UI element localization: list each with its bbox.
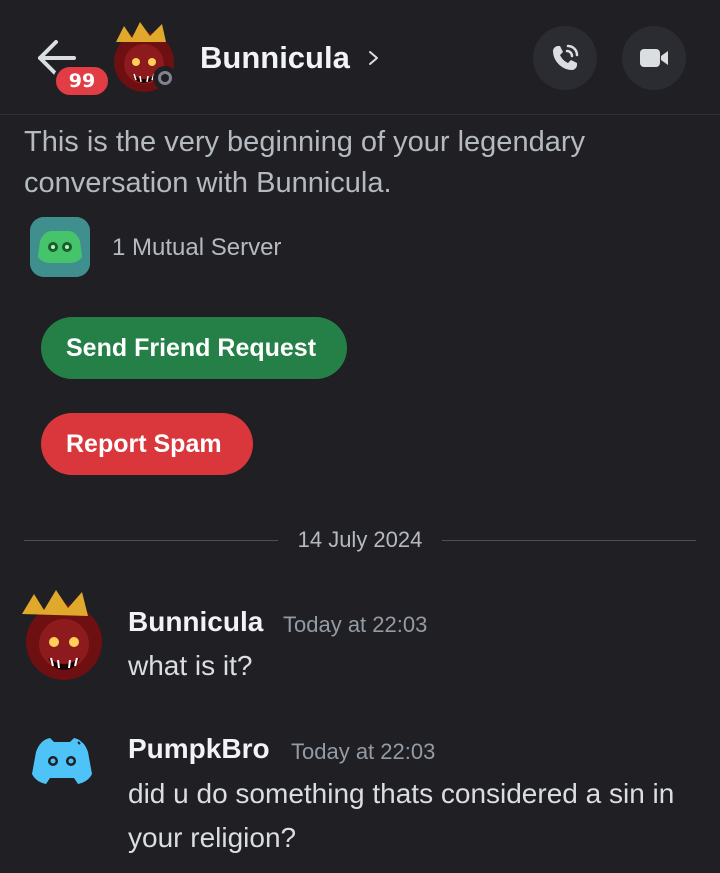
status-offline-indicator: [153, 66, 177, 90]
mutual-servers-label: 1 Mutual Server: [112, 234, 282, 261]
divider-line: [442, 540, 696, 541]
unread-badge: 99: [53, 64, 111, 98]
video-call-button[interactable]: [622, 26, 686, 90]
message-timestamp: Today at 22:03: [283, 612, 428, 637]
author-avatar[interactable]: [18, 718, 106, 806]
message-text: did u do something thats considered a si…: [128, 778, 675, 853]
report-spam-button[interactable]: Report Spam: [41, 413, 253, 475]
author-avatar[interactable]: [18, 590, 106, 680]
date-divider: 14 July 2024: [297, 527, 423, 552]
chevron-right-icon: [369, 51, 378, 65]
message-timestamp: Today at 22:03: [291, 739, 436, 764]
message-author[interactable]: PumpkBro: [128, 733, 270, 765]
video-camera-icon: [640, 49, 668, 67]
chat-header: 99 Bunnicula: [0, 0, 720, 115]
send-friend-request-button[interactable]: Send Friend Request: [41, 317, 347, 379]
message-author[interactable]: Bunnicula: [128, 606, 263, 638]
divider-line: [24, 540, 278, 541]
voice-call-button[interactable]: [533, 26, 597, 90]
server-icon: [30, 217, 90, 277]
message-text: what is it?: [128, 650, 253, 681]
contact-name[interactable]: Bunnicula: [200, 40, 350, 76]
phone-call-icon: [553, 44, 579, 70]
conversation-intro: This is the very beginning of your legen…: [24, 126, 585, 199]
